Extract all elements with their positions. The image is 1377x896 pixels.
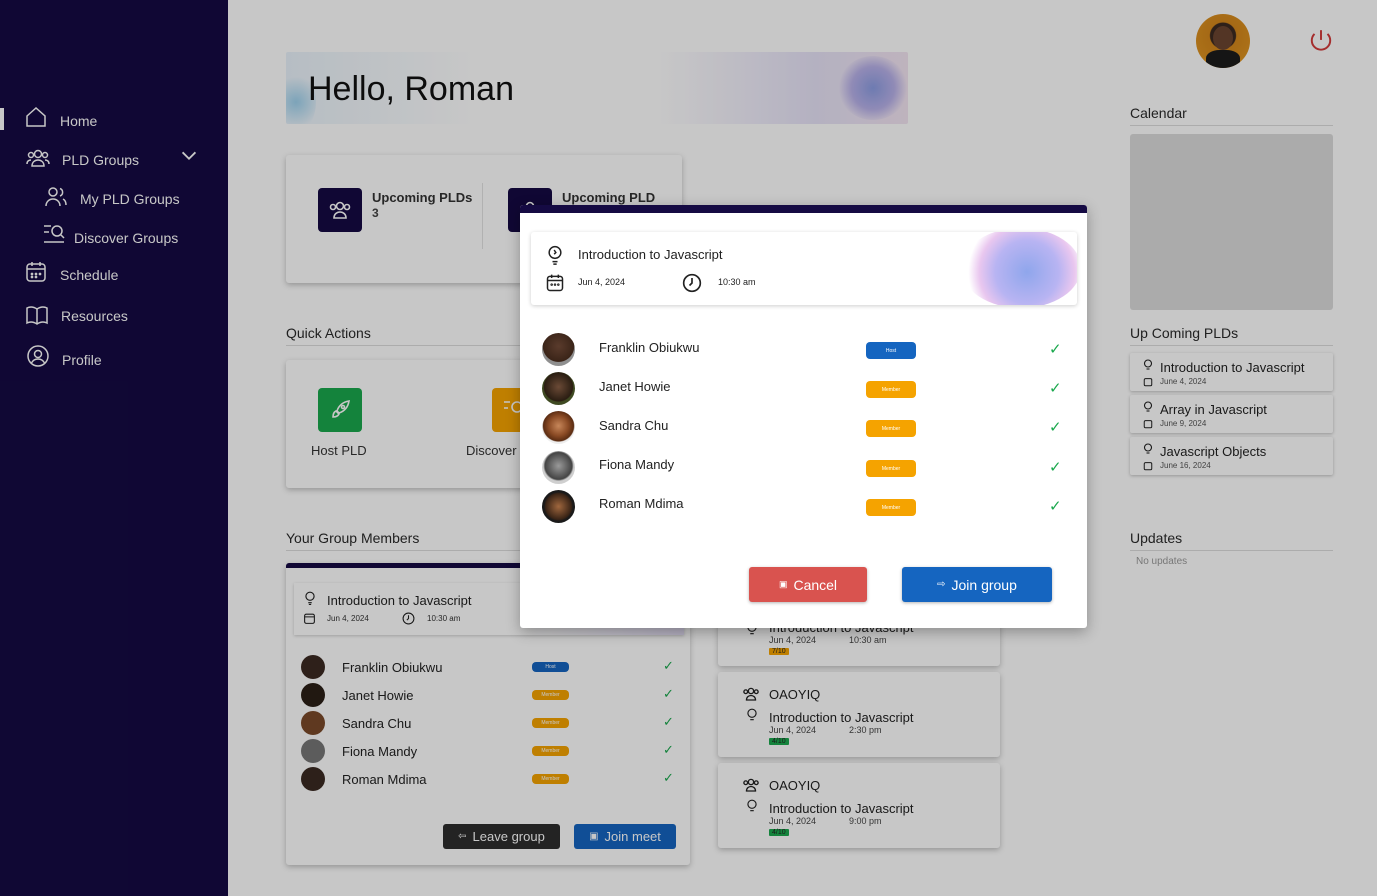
role-badge: Member xyxy=(866,381,916,398)
check-icon: ✓ xyxy=(1049,380,1062,397)
member-name: Franklin Obiukwu xyxy=(599,340,700,355)
member-name: Janet Howie xyxy=(599,379,671,394)
member-name: Sandra Chu xyxy=(599,418,669,433)
modal-time: 10:30 am xyxy=(718,277,756,287)
join-group-modal: Introduction to Javascript Jun 4, 2024 1… xyxy=(520,205,1087,628)
avatar xyxy=(542,490,575,523)
join-group-label: Join group xyxy=(951,576,1017,593)
role-badge: Member xyxy=(866,460,916,477)
modal-title: Introduction to Javascript xyxy=(578,247,723,262)
modal-date: Jun 4, 2024 xyxy=(578,277,626,287)
cancel-button[interactable]: ▣ Cancel xyxy=(749,567,867,602)
check-icon: ✓ xyxy=(1049,419,1062,436)
avatar xyxy=(542,333,575,366)
bulb-icon xyxy=(548,245,562,265)
enter-icon: ⇨ xyxy=(937,579,946,590)
check-icon: ✓ xyxy=(1049,459,1062,476)
join-group-button[interactable]: ⇨ Join group xyxy=(902,567,1052,602)
avatar xyxy=(542,372,575,405)
member-name: Roman Mdima xyxy=(599,496,684,511)
check-icon: ✓ xyxy=(1049,341,1062,358)
member-name: Fiona Mandy xyxy=(599,457,675,472)
header-decoration xyxy=(961,232,1077,305)
role-badge: Member xyxy=(866,499,916,516)
modal-pld-header: Introduction to Javascript Jun 4, 2024 1… xyxy=(531,232,1077,305)
role-badge: Member xyxy=(866,420,916,437)
avatar xyxy=(542,451,575,484)
modal-top-bar xyxy=(520,205,1087,213)
avatar xyxy=(542,411,575,444)
calendar-icon xyxy=(546,274,564,292)
check-icon: ✓ xyxy=(1049,498,1062,515)
clock-icon xyxy=(682,273,702,293)
role-badge: Host xyxy=(866,342,916,359)
video-icon: ▣ xyxy=(778,579,788,589)
cancel-label: Cancel xyxy=(793,576,838,593)
